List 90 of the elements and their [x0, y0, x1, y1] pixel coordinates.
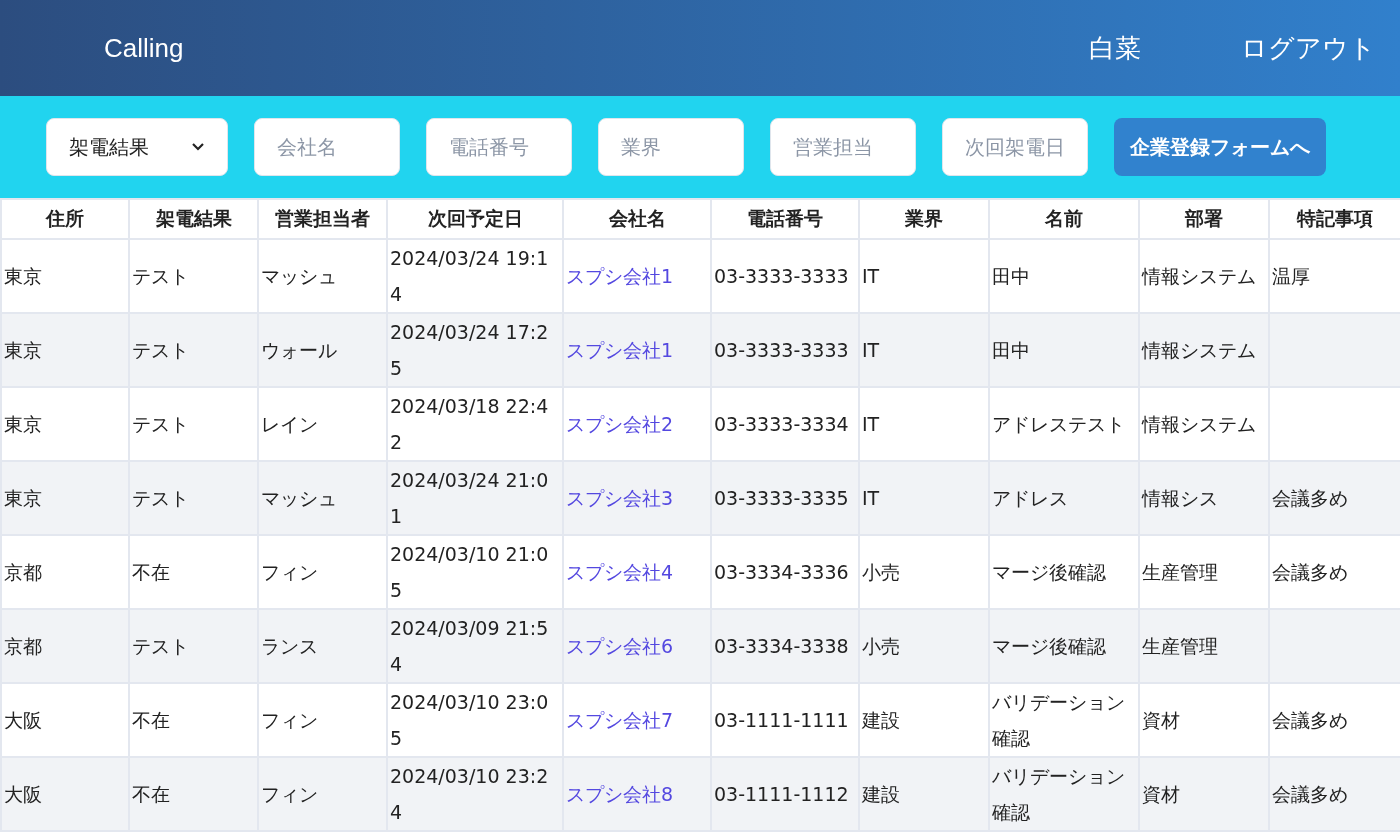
table-cell: 田中	[992, 265, 1030, 287]
table-cell: バリデーション確認	[992, 691, 1125, 749]
table-cell: バリデーション確認	[992, 765, 1125, 823]
table-cell: アドレス	[992, 487, 1068, 509]
table-cell: 京都	[4, 635, 42, 657]
table-cell: 建設	[862, 709, 900, 731]
table-cell: テスト	[132, 413, 189, 435]
table-cell: 生産管理	[1142, 561, 1218, 583]
table-cell: 03-3333-3335	[714, 487, 849, 509]
table-cell: 会議多め	[1272, 487, 1348, 509]
filter-input[interactable]: 営業担当	[770, 118, 916, 176]
table-cell: 会議多め	[1272, 783, 1348, 805]
column-header[interactable]: 部署	[1139, 199, 1269, 239]
table-cell: IT	[862, 339, 880, 361]
table-cell: 03-1111-1111	[714, 709, 849, 731]
table-cell: フィン	[261, 561, 318, 583]
table-cell: 2024/03/10 23:24	[390, 765, 549, 823]
table-cell: フィン	[261, 709, 318, 731]
table-cell: 03-3333-3333	[714, 339, 849, 361]
table-cell: 情報シス	[1142, 487, 1218, 509]
table-cell: 2024/03/10 23:05	[390, 691, 549, 749]
column-header[interactable]: 名前	[989, 199, 1139, 239]
table-cell: 東京	[4, 487, 42, 509]
column-header[interactable]: 会社名	[563, 199, 711, 239]
table-cell: 東京	[4, 265, 42, 287]
register-form-button[interactable]: 企業登録フォームへ	[1114, 118, 1326, 176]
table-cell: 03-3333-3334	[714, 413, 849, 435]
table-cell: 2024/03/24 17:25	[390, 321, 549, 379]
table-cell: IT	[862, 265, 880, 287]
table-cell: マッシュ	[261, 487, 337, 509]
table-cell: テスト	[132, 487, 189, 509]
table-cell: 2024/03/18 22:42	[390, 395, 549, 453]
table-cell: 03-1111-1112	[714, 783, 849, 805]
column-header[interactable]: 架電結果	[129, 199, 258, 239]
brand-title[interactable]: Calling	[104, 32, 184, 64]
table-cell: 03-3334-3336	[714, 561, 849, 583]
table-cell: 東京	[4, 339, 42, 361]
table-cell: 会議多め	[1272, 561, 1348, 583]
table-cell: 2024/03/09 21:54	[390, 617, 549, 675]
table-cell: 東京	[4, 413, 42, 435]
column-header[interactable]: 営業担当者	[258, 199, 387, 239]
table-cell: 生産管理	[1142, 635, 1218, 657]
table-cell: 情報システム	[1142, 265, 1256, 287]
filter-input[interactable]: 電話番号	[426, 118, 572, 176]
table-cell: テスト	[132, 265, 189, 287]
table-cell: 京都	[4, 561, 42, 583]
column-header[interactable]: 業界	[859, 199, 989, 239]
filter-input[interactable]: 業界	[598, 118, 744, 176]
table-cell: 03-3333-3333	[714, 265, 849, 287]
table-cell: 建設	[862, 783, 900, 805]
column-header[interactable]: 特記事項	[1269, 199, 1400, 239]
table-cell: 資材	[1142, 783, 1180, 805]
column-header[interactable]: 住所	[1, 199, 129, 239]
table-cell: アドレステスト	[992, 413, 1125, 435]
user-name: 白菜	[1089, 31, 1141, 65]
table-cell: 大阪	[4, 709, 42, 731]
table-cell: 情報システム	[1142, 339, 1256, 361]
table-cell: 資材	[1142, 709, 1180, 731]
table-cell: IT	[862, 413, 880, 435]
table-cell: マージ後確認	[992, 635, 1106, 657]
table-cell: 2024/03/24 21:01	[390, 469, 549, 527]
table-cell: 会議多め	[1272, 709, 1348, 731]
table-cell: フィン	[261, 783, 318, 805]
column-header[interactable]: 次回予定日	[387, 199, 563, 239]
result-select[interactable]: 架電結果	[46, 118, 228, 176]
table-cell: テスト	[132, 635, 189, 657]
table-cell: 03-3334-3338	[714, 635, 849, 657]
table-cell: ランス	[261, 635, 318, 657]
table-cell: レイン	[261, 413, 318, 435]
filter-input[interactable]: 次回架電日	[942, 118, 1088, 176]
table-cell: 2024/03/24 19:14	[390, 247, 549, 305]
chevron-down-icon	[191, 142, 205, 152]
table-cell: ウォール	[261, 339, 337, 361]
logout-link[interactable]: ログアウト	[1241, 30, 1376, 66]
table-cell: 大阪	[4, 783, 42, 805]
table-cell: 情報システム	[1142, 413, 1256, 435]
table-cell: 田中	[992, 339, 1030, 361]
table-cell: IT	[862, 487, 880, 509]
table-cell: 2024/03/10 21:05	[390, 543, 549, 601]
table-cell: 不在	[132, 709, 170, 731]
table-cell: マッシュ	[261, 265, 337, 287]
column-header[interactable]: 電話番号	[711, 199, 859, 239]
table-cell: 不在	[132, 783, 170, 805]
table-cell: 不在	[132, 561, 170, 583]
table-cell: 温厚	[1272, 265, 1310, 287]
table-cell: マージ後確認	[992, 561, 1106, 583]
table-cell: テスト	[132, 339, 189, 361]
table-cell: 小売	[862, 561, 900, 583]
filter-input[interactable]: 会社名	[254, 118, 400, 176]
table-cell: 小売	[862, 635, 900, 657]
